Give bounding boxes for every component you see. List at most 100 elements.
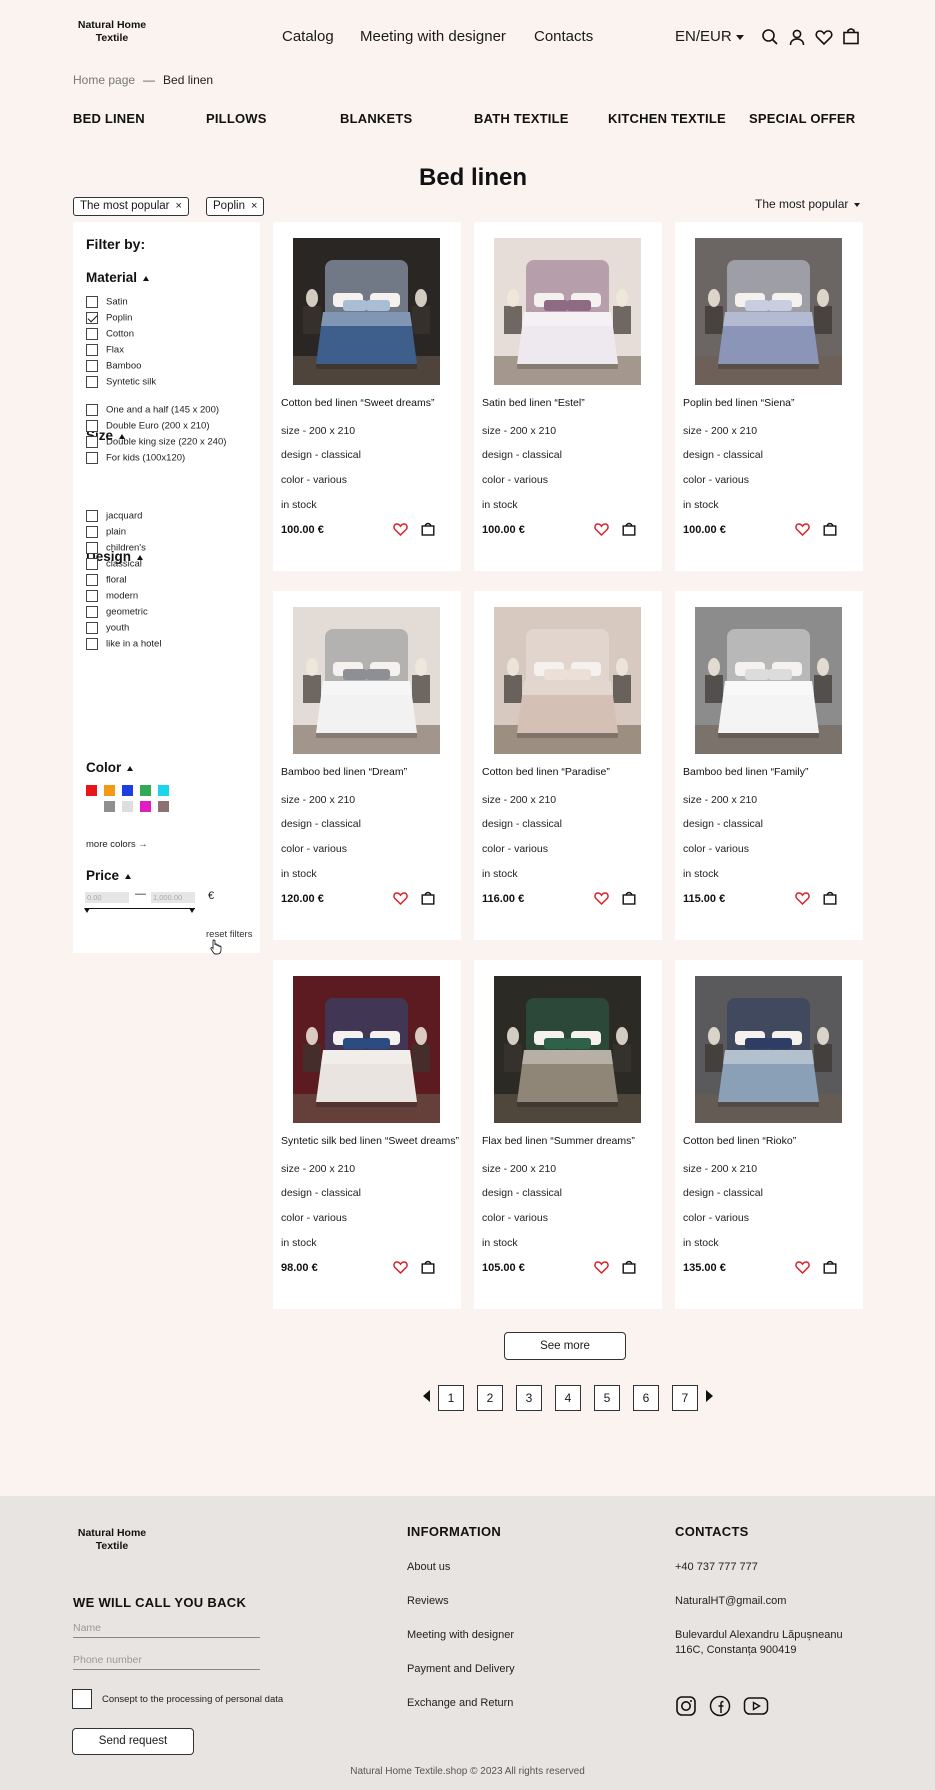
add-to-cart-bag-icon[interactable] xyxy=(823,1260,837,1274)
footer-link-exchange-and-return[interactable]: Exchange and Return xyxy=(407,1697,513,1709)
product-card[interactable]: Syntetic silk bed linen “Sweet dreams” si… xyxy=(273,960,461,1309)
product-image[interactable] xyxy=(494,238,641,385)
product-card[interactable]: Cotton bed linen “Sweet dreams” size - 20… xyxy=(273,222,461,571)
product-name[interactable]: Bamboo bed linen “Dream” xyxy=(281,766,459,778)
checkbox[interactable] xyxy=(86,622,98,634)
facebook-icon[interactable] xyxy=(709,1695,731,1717)
product-name[interactable]: Satin bed linen “Estel” xyxy=(482,397,660,409)
price-min-input[interactable]: 0.00 xyxy=(85,892,129,903)
contact-email[interactable]: NaturalHT@gmail.com xyxy=(675,1595,786,1607)
product-card[interactable]: Satin bed linen “Estel” size - 200 x 210 d… xyxy=(474,222,662,571)
price-slider-min-handle[interactable] xyxy=(84,908,90,913)
checkbox[interactable] xyxy=(86,312,98,324)
add-to-cart-bag-icon[interactable] xyxy=(622,1260,636,1274)
add-to-favorites-heart-icon[interactable] xyxy=(594,522,609,537)
page-button-7[interactable]: 7 xyxy=(672,1385,698,1411)
add-to-cart-bag-icon[interactable] xyxy=(421,522,435,536)
prev-page-arrow-icon[interactable] xyxy=(423,1390,430,1402)
checkbox[interactable] xyxy=(86,436,98,448)
checkbox[interactable] xyxy=(86,510,98,522)
material-section-toggle[interactable]: Material xyxy=(86,270,150,285)
footer-link-about-us[interactable]: About us xyxy=(407,1561,450,1573)
color-section-toggle[interactable]: Color xyxy=(86,760,134,775)
nav-contacts[interactable]: Contacts xyxy=(534,28,593,45)
design-option[interactable]: modern xyxy=(86,590,138,604)
product-name[interactable]: Poplin bed linen “Siena” xyxy=(683,397,861,409)
color-swatch[interactable] xyxy=(122,785,133,796)
see-more-button[interactable]: See more xyxy=(504,1332,626,1360)
design-option[interactable]: floral xyxy=(86,574,127,588)
bag-icon[interactable] xyxy=(842,27,860,45)
close-icon[interactable]: × xyxy=(176,200,182,212)
add-to-favorites-heart-icon[interactable] xyxy=(393,891,408,906)
add-to-favorites-heart-icon[interactable] xyxy=(393,522,408,537)
add-to-cart-bag-icon[interactable] xyxy=(421,891,435,905)
add-to-favorites-heart-icon[interactable] xyxy=(393,1260,408,1275)
design-option[interactable]: plain xyxy=(86,526,126,540)
product-image[interactable] xyxy=(494,607,641,754)
product-image[interactable] xyxy=(293,976,440,1123)
product-image[interactable] xyxy=(494,976,641,1123)
category-bath-textile[interactable]: BATH TEXTILE xyxy=(474,111,569,126)
category-special-offer[interactable]: SPECIAL OFFER xyxy=(749,111,855,126)
breadcrumb-home-link[interactable]: Home page xyxy=(73,73,135,87)
checkbox[interactable] xyxy=(86,638,98,650)
name-input[interactable]: Name xyxy=(73,1620,260,1638)
price-slider-max-handle[interactable] xyxy=(189,908,195,913)
product-card[interactable]: Cotton bed linen “Paradise” size - 200 x … xyxy=(474,591,662,940)
category-pillows[interactable]: PILLOWS xyxy=(206,111,267,126)
add-to-cart-bag-icon[interactable] xyxy=(823,522,837,536)
add-to-cart-bag-icon[interactable] xyxy=(823,891,837,905)
product-image[interactable] xyxy=(695,607,842,754)
product-name[interactable]: Bamboo bed linen “Family” xyxy=(683,766,861,778)
product-image[interactable] xyxy=(695,976,842,1123)
add-to-favorites-heart-icon[interactable] xyxy=(594,891,609,906)
footer-link-reviews[interactable]: Reviews xyxy=(407,1595,449,1607)
page-button-2[interactable]: 2 xyxy=(477,1385,503,1411)
filter-chip-most-popular[interactable]: The most popular × xyxy=(73,197,189,216)
price-slider-track[interactable] xyxy=(85,908,195,909)
checkbox[interactable] xyxy=(86,420,98,432)
heart-icon[interactable] xyxy=(815,28,833,46)
color-swatch[interactable] xyxy=(140,785,151,796)
product-image[interactable] xyxy=(293,238,440,385)
sort-dropdown[interactable]: The most popular xyxy=(755,197,861,211)
add-to-favorites-heart-icon[interactable] xyxy=(795,522,810,537)
design-option[interactable]: geometric xyxy=(86,606,148,620)
language-currency-select[interactable]: EN/EUR xyxy=(675,28,744,45)
checkbox[interactable] xyxy=(86,404,98,416)
design-option[interactable]: jacquard xyxy=(86,510,142,524)
page-button-1[interactable]: 1 xyxy=(438,1385,464,1411)
color-swatch[interactable] xyxy=(104,785,115,796)
contact-phone[interactable]: +40 737 777 777 xyxy=(675,1561,758,1573)
youtube-icon[interactable] xyxy=(743,1695,769,1717)
color-swatch[interactable] xyxy=(122,801,133,812)
category-kitchen-textile[interactable]: KITCHEN TEXTILE xyxy=(608,111,726,126)
user-icon[interactable] xyxy=(788,28,806,46)
product-image[interactable] xyxy=(695,238,842,385)
checkbox[interactable] xyxy=(86,590,98,602)
product-name[interactable]: Syntetic silk bed linen “Sweet dreams” xyxy=(281,1135,459,1147)
footer-link-payment-and-delivery[interactable]: Payment and Delivery xyxy=(407,1663,515,1675)
product-name[interactable]: Cotton bed linen “Rioko” xyxy=(683,1135,861,1147)
nav-catalog[interactable]: Catalog xyxy=(282,28,334,45)
design-option[interactable]: youth xyxy=(86,622,129,636)
checkbox[interactable] xyxy=(86,526,98,538)
more-colors-link[interactable]: more colors → xyxy=(86,839,148,850)
search-icon[interactable] xyxy=(761,28,779,46)
product-card[interactable]: Bamboo bed linen “Family” size - 200 x 21… xyxy=(675,591,863,940)
design-option[interactable]: like in a hotel xyxy=(86,638,161,652)
product-image[interactable] xyxy=(293,607,440,754)
design-option[interactable]: classical xyxy=(86,558,142,572)
checkbox[interactable] xyxy=(86,376,98,388)
checkbox[interactable] xyxy=(86,328,98,340)
page-button-4[interactable]: 4 xyxy=(555,1385,581,1411)
material-option[interactable]: Bamboo xyxy=(86,360,141,374)
next-page-arrow-icon[interactable] xyxy=(706,1390,713,1402)
checkbox[interactable] xyxy=(86,542,98,554)
add-to-cart-bag-icon[interactable] xyxy=(622,891,636,905)
add-to-favorites-heart-icon[interactable] xyxy=(795,891,810,906)
page-button-3[interactable]: 3 xyxy=(516,1385,542,1411)
checkbox[interactable] xyxy=(86,360,98,372)
product-card[interactable]: Bamboo bed linen “Dream” size - 200 x 210… xyxy=(273,591,461,940)
